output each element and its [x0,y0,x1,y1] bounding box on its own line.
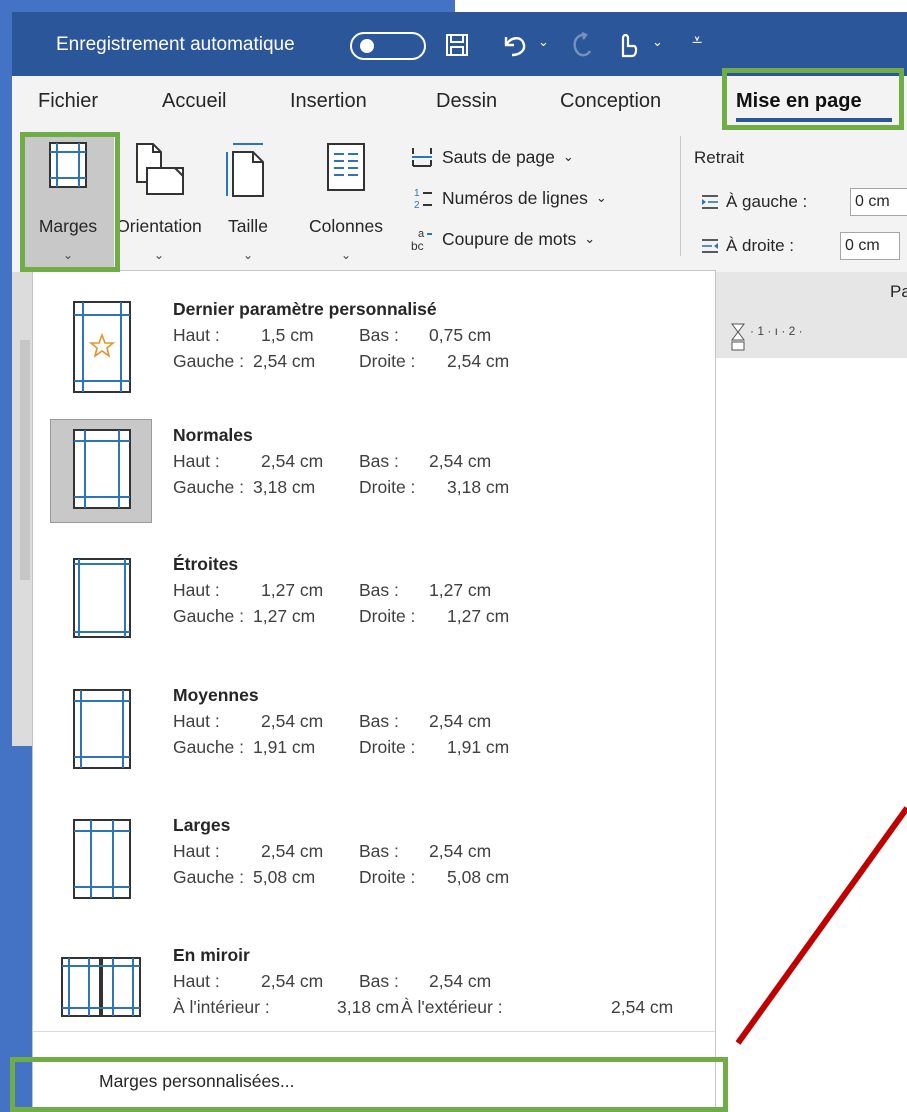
red-arrow-line [735,806,907,1045]
